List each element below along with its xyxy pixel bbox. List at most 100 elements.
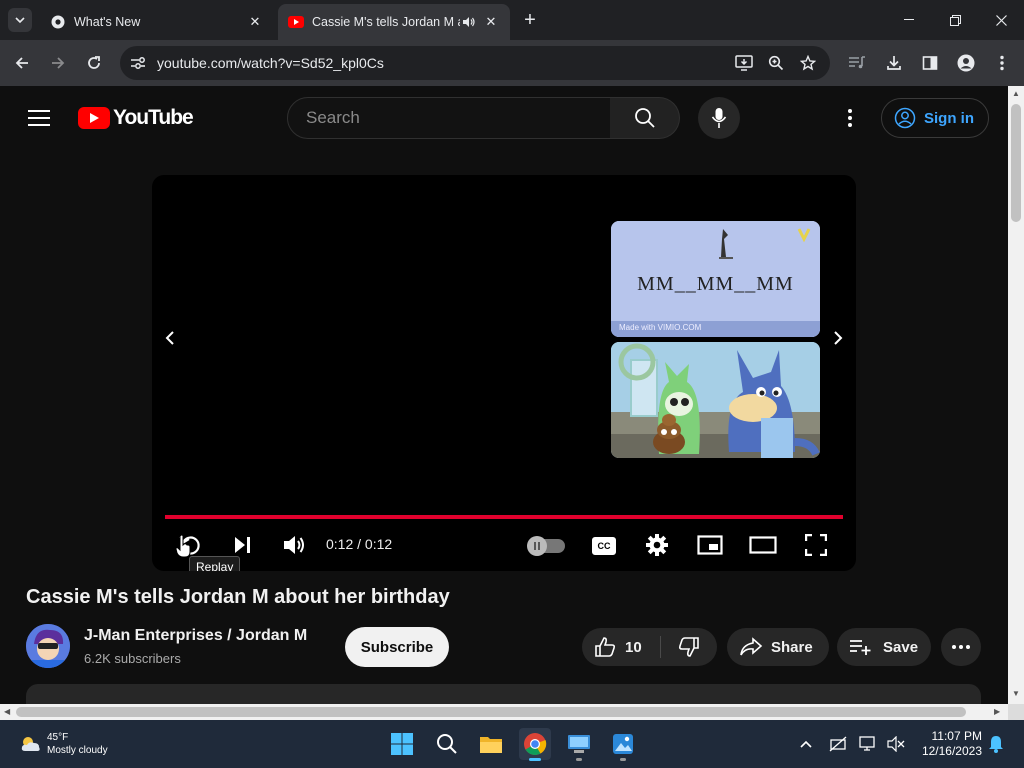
share-button[interactable]: Share — [727, 628, 829, 666]
end-screen-video-1[interactable]: MM__MM__MM Made with VIMIO.COM — [611, 221, 820, 337]
like-button[interactable]: 10 — [582, 628, 660, 666]
replay-tooltip: Replay — [189, 556, 241, 571]
settings-button[interactable] — [643, 531, 671, 559]
autoplay-toggle[interactable] — [527, 536, 565, 556]
reload-icon — [88, 56, 100, 69]
site-info-icon[interactable] — [126, 51, 150, 75]
chrome-taskbar-button[interactable] — [519, 728, 551, 761]
thumbs-up-icon — [595, 637, 616, 657]
channel-avatar-image — [26, 624, 70, 668]
playlist-add-icon — [850, 640, 871, 655]
tab-youtube-video[interactable]: Cassie M's tells Jordan M about her birt… — [278, 4, 510, 40]
chevron-right-icon — [834, 331, 843, 345]
video-player[interactable]: MM__MM__MM Made with VIMIO.COM 0:12 / 0:… — [152, 175, 856, 571]
bookmark-star-icon[interactable] — [796, 51, 820, 75]
profile-button[interactable] — [954, 51, 978, 75]
download-icon — [887, 56, 901, 70]
zoom-icon[interactable] — [764, 51, 788, 75]
app-taskbar-button-2[interactable] — [607, 728, 639, 761]
taskbar-clock[interactable]: 11:07 PM 12/16/2023 — [916, 729, 982, 759]
vertical-scroll-thumb[interactable] — [1011, 104, 1021, 222]
youtube-play-icon — [78, 107, 110, 129]
chevron-left-icon — [165, 331, 174, 345]
thumbs-down-icon — [678, 637, 699, 657]
tab-close-icon[interactable]: ✕ — [482, 13, 500, 31]
new-tab-button[interactable]: + — [519, 10, 541, 32]
more-actions-button[interactable] — [941, 628, 981, 666]
display-tray-icon[interactable] — [858, 734, 878, 754]
end-screen-video-2[interactable] — [611, 342, 820, 458]
tab-whats-new[interactable]: What's New ✕ — [40, 4, 274, 40]
chrome-menu-button[interactable] — [990, 51, 1014, 75]
horizontal-scroll-thumb[interactable] — [16, 707, 966, 717]
end-screen-prev-arrow[interactable] — [160, 327, 180, 349]
app-taskbar-button-1[interactable] — [563, 728, 595, 761]
restore-button[interactable] — [932, 0, 978, 40]
hamburger-menu-icon[interactable] — [28, 110, 50, 126]
windows-taskbar: 45°F Mostly cloudy 11:07 PM 12/16/2023 — [0, 720, 1024, 768]
scroll-up-icon[interactable]: ▲ — [1012, 89, 1020, 98]
install-app-icon[interactable] — [732, 51, 756, 75]
weather-widget[interactable]: 45°F Mostly cloudy — [20, 731, 108, 757]
video-title: Cassie M's tells Jordan M about her birt… — [26, 586, 450, 608]
vertical-scrollbar[interactable]: ▲ ▼ — [1008, 86, 1024, 704]
end-screen-text: MM__MM__MM — [637, 273, 794, 295]
chrome-icon — [50, 14, 66, 30]
volume-button[interactable] — [279, 531, 309, 559]
search-box — [287, 97, 611, 139]
horizontal-scrollbar[interactable]: ◀ ▶ — [0, 704, 1008, 720]
next-video-button[interactable] — [228, 531, 256, 559]
volume-tray-icon[interactable] — [886, 734, 906, 754]
progress-bar[interactable] — [165, 515, 843, 519]
running-app-indicator — [620, 758, 626, 761]
scroll-down-icon[interactable]: ▼ — [1012, 689, 1020, 698]
cloud-sun-icon — [21, 737, 40, 751]
sign-in-button[interactable]: Sign in — [881, 98, 989, 138]
scroll-left-icon[interactable]: ◀ — [4, 707, 10, 716]
miniplayer-button[interactable] — [695, 531, 725, 559]
tab-close-icon[interactable]: ✕ — [246, 13, 264, 31]
clock-time: 11:07 PM — [931, 729, 982, 743]
search-button[interactable] — [610, 97, 680, 139]
gear-icon — [646, 534, 668, 556]
forward-button[interactable] — [46, 51, 70, 75]
start-button[interactable] — [386, 728, 418, 760]
weather-temp: 45°F — [47, 732, 69, 743]
back-button[interactable] — [10, 51, 34, 75]
voice-search-button[interactable] — [698, 97, 740, 139]
end-screen-next-arrow[interactable] — [828, 327, 848, 349]
dislike-button[interactable] — [661, 628, 717, 666]
channel-name[interactable]: J-Man Enterprises / Jordan M — [84, 627, 307, 645]
tab-search-button[interactable] — [8, 8, 32, 32]
show-hidden-icons-button[interactable] — [796, 734, 816, 754]
side-panel-button[interactable] — [918, 51, 942, 75]
address-bar[interactable]: youtube.com/watch?v=Sd52_kpl0Cs — [120, 46, 830, 80]
cartoon-dogs-image — [611, 342, 820, 458]
tab-audio-icon[interactable] — [460, 16, 478, 28]
search-input[interactable] — [306, 108, 596, 128]
close-window-button[interactable] — [978, 0, 1024, 40]
save-button[interactable]: Save — [837, 628, 931, 666]
file-explorer-button[interactable] — [475, 728, 507, 760]
subscriber-count: 6.2K subscribers — [84, 651, 181, 666]
media-controls-button[interactable] — [845, 51, 869, 75]
reload-button[interactable] — [82, 51, 106, 75]
search-taskbar-button[interactable] — [431, 728, 463, 760]
description-box[interactable] — [26, 684, 981, 704]
theater-mode-button[interactable] — [748, 531, 778, 559]
downloads-button[interactable] — [882, 51, 906, 75]
subscribe-button[interactable]: Subscribe — [345, 627, 449, 667]
clock-date: 12/16/2023 — [921, 744, 982, 758]
notifications-button[interactable] — [986, 734, 1006, 754]
share-label: Share — [771, 638, 813, 656]
network-tray-icon[interactable] — [828, 734, 848, 754]
search-icon — [634, 108, 655, 128]
monitor-icon — [859, 736, 875, 751]
minimize-button[interactable] — [886, 0, 932, 40]
youtube-logo[interactable]: YouTube — [78, 106, 194, 130]
settings-more-icon[interactable] — [838, 106, 862, 130]
channel-avatar[interactable] — [26, 624, 70, 668]
subtitles-button[interactable]: CC — [592, 537, 616, 555]
scroll-right-icon[interactable]: ▶ — [994, 707, 1000, 716]
fullscreen-button[interactable] — [802, 531, 830, 559]
